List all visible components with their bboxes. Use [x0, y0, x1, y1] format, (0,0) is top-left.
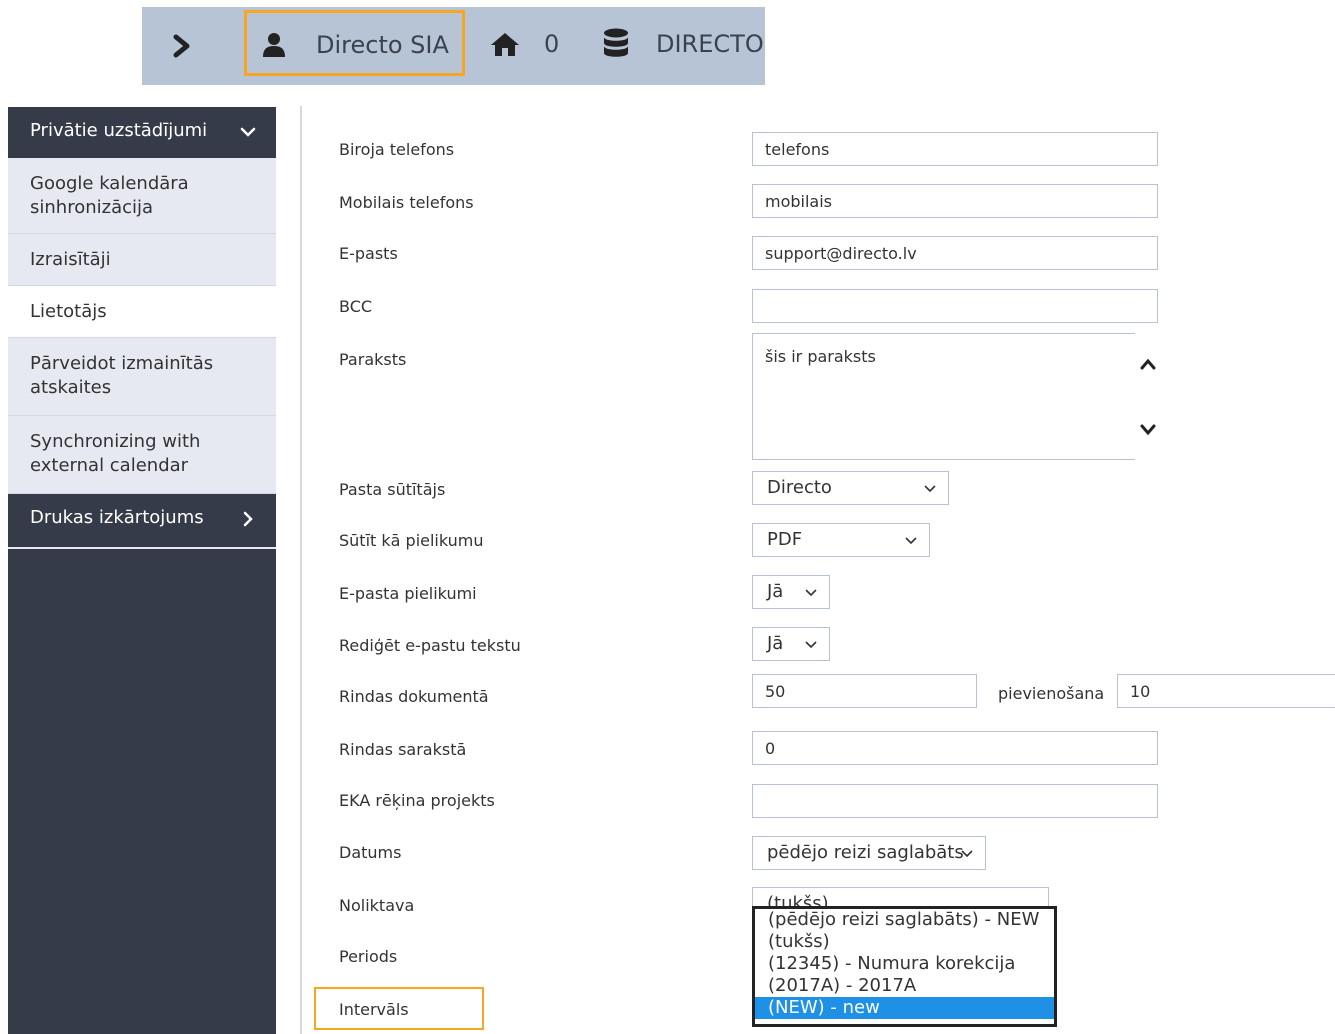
select-value: PDF [767, 529, 803, 550]
select-value: Jā [767, 633, 784, 654]
office-phone-input[interactable]: telefons [752, 132, 1158, 166]
chevron-down-icon [905, 537, 917, 545]
company-selector[interactable]: Directo SIA [244, 10, 465, 76]
sidebar-section-title: Drukas izkārtojums [30, 507, 204, 528]
sidebar-item-external-calendar[interactable]: Synchronizing with external calendar [8, 416, 276, 494]
label-rows-in-list: Rindas sarakstā [339, 740, 467, 759]
signature-textarea[interactable]: šis ir paraksts [752, 333, 1135, 460]
label-bcc: BCC [339, 297, 373, 316]
adding-input[interactable]: 10 [1117, 674, 1335, 708]
label-send-as-attachment: Sūtīt kā pielikumu [339, 531, 484, 550]
dropdown-option[interactable]: (12345) - Numura korekcija [755, 953, 1054, 975]
dropdown-option-selected[interactable]: (NEW) - new [755, 997, 1054, 1019]
edit-email-text-select[interactable]: Jā [752, 627, 830, 661]
chevron-down-icon [924, 485, 936, 493]
sidebar-item-changed-reports[interactable]: Pārveidot izmainītās atskaites [8, 338, 276, 416]
chevron-down-icon [805, 641, 817, 649]
company-name: Directo SIA [316, 31, 449, 59]
label-office-phone: Biroja telefons [339, 140, 455, 159]
vertical-divider [300, 106, 302, 1034]
sidebar-section-print-layout[interactable]: Drukas izkārtojums [8, 494, 276, 549]
label-warehouse: Noliktava [339, 896, 415, 915]
database-icon[interactable] [603, 28, 629, 60]
dropdown-option[interactable]: (2017A) - 2017A [755, 975, 1054, 997]
label-eka-invoice-project: EKA rēķina projekts [339, 791, 495, 810]
chevron-up-icon[interactable] [1140, 358, 1156, 370]
label-mobile-phone: Mobilais telefons [339, 193, 474, 212]
select-value: Directo [767, 477, 832, 498]
eka-invoice-project-input[interactable] [752, 784, 1158, 818]
rows-in-document-input[interactable]: 50 [752, 674, 977, 708]
label-adding: pievienošana [998, 684, 1105, 703]
label-mail-sender: Pasta sūtītājs [339, 480, 446, 499]
email-attachments-select[interactable]: Jā [752, 575, 830, 609]
sidebar-section-private-settings[interactable]: Privātie uzstādījumi [8, 107, 276, 158]
chevron-down-icon [240, 127, 256, 137]
sidebar-item-user[interactable]: Lietotājs [8, 286, 276, 338]
home-icon[interactable] [490, 31, 520, 57]
email-input[interactable]: support@directo.lv [752, 236, 1158, 270]
chevron-down-icon [961, 850, 973, 858]
label-rows-in-document: Rindas dokumentā [339, 687, 489, 706]
sidebar-item-label: Lietotājs [30, 301, 107, 322]
mobile-phone-input[interactable]: mobilais [752, 184, 1158, 218]
rows-in-list-input[interactable]: 0 [752, 731, 1158, 765]
database-name: DIRECTO [656, 30, 764, 58]
label-date: Datums [339, 843, 402, 862]
user-icon [263, 33, 285, 57]
label-period: Periods [339, 947, 398, 966]
select-value: pēdējo reizi saglabāts [767, 842, 964, 863]
period-dropdown-list[interactable]: (pēdējo reizi saglabāts) - NEW (tukšs) (… [752, 906, 1057, 1027]
home-count: 0 [544, 30, 560, 58]
dropdown-option[interactable]: (tukšs) [755, 931, 1054, 953]
chevron-down-icon [805, 589, 817, 597]
dropdown-option[interactable]: (pēdējo reizi saglabāts) - NEW [755, 909, 1054, 931]
sidebar-section-title: Privātie uzstādījumi [30, 120, 208, 141]
sidebar-item-label: Synchronizing with external calendar [30, 431, 201, 476]
sidebar: Privātie uzstādījumi Google kalendāra si… [8, 107, 276, 1034]
date-select[interactable]: pēdējo reizi saglabāts [752, 836, 986, 870]
sidebar-item-label: Pārveidot izmainītās atskaites [30, 353, 214, 398]
chevron-right-icon [243, 511, 253, 527]
sidebar-item-label: Google kalendāra sinhronizācija [30, 173, 189, 218]
label-email-attachments: E-pasta pielikumi [339, 584, 477, 603]
label-edit-email-text: Rediģēt e-pastu tekstu [339, 636, 521, 655]
label-signature: Paraksts [339, 350, 407, 369]
signature-text: šis ir paraksts [765, 347, 876, 366]
send-as-attachment-select[interactable]: PDF [752, 523, 930, 557]
top-bar: Directo SIA 0 DIRECTO [142, 7, 765, 85]
bcc-input[interactable] [752, 289, 1158, 323]
sidebar-item-triggers[interactable]: Izraisītāji [8, 234, 276, 286]
interval-highlight [314, 987, 484, 1030]
sidebar-item-google-calendar[interactable]: Google kalendāra sinhronizācija [8, 158, 276, 234]
chevron-down-icon[interactable] [1140, 424, 1156, 436]
chevron-right-icon[interactable] [172, 34, 192, 58]
select-value: Jā [767, 581, 784, 602]
mail-sender-select[interactable]: Directo [752, 471, 949, 505]
label-email: E-pasts [339, 244, 398, 263]
sidebar-item-label: Izraisītāji [30, 249, 111, 270]
